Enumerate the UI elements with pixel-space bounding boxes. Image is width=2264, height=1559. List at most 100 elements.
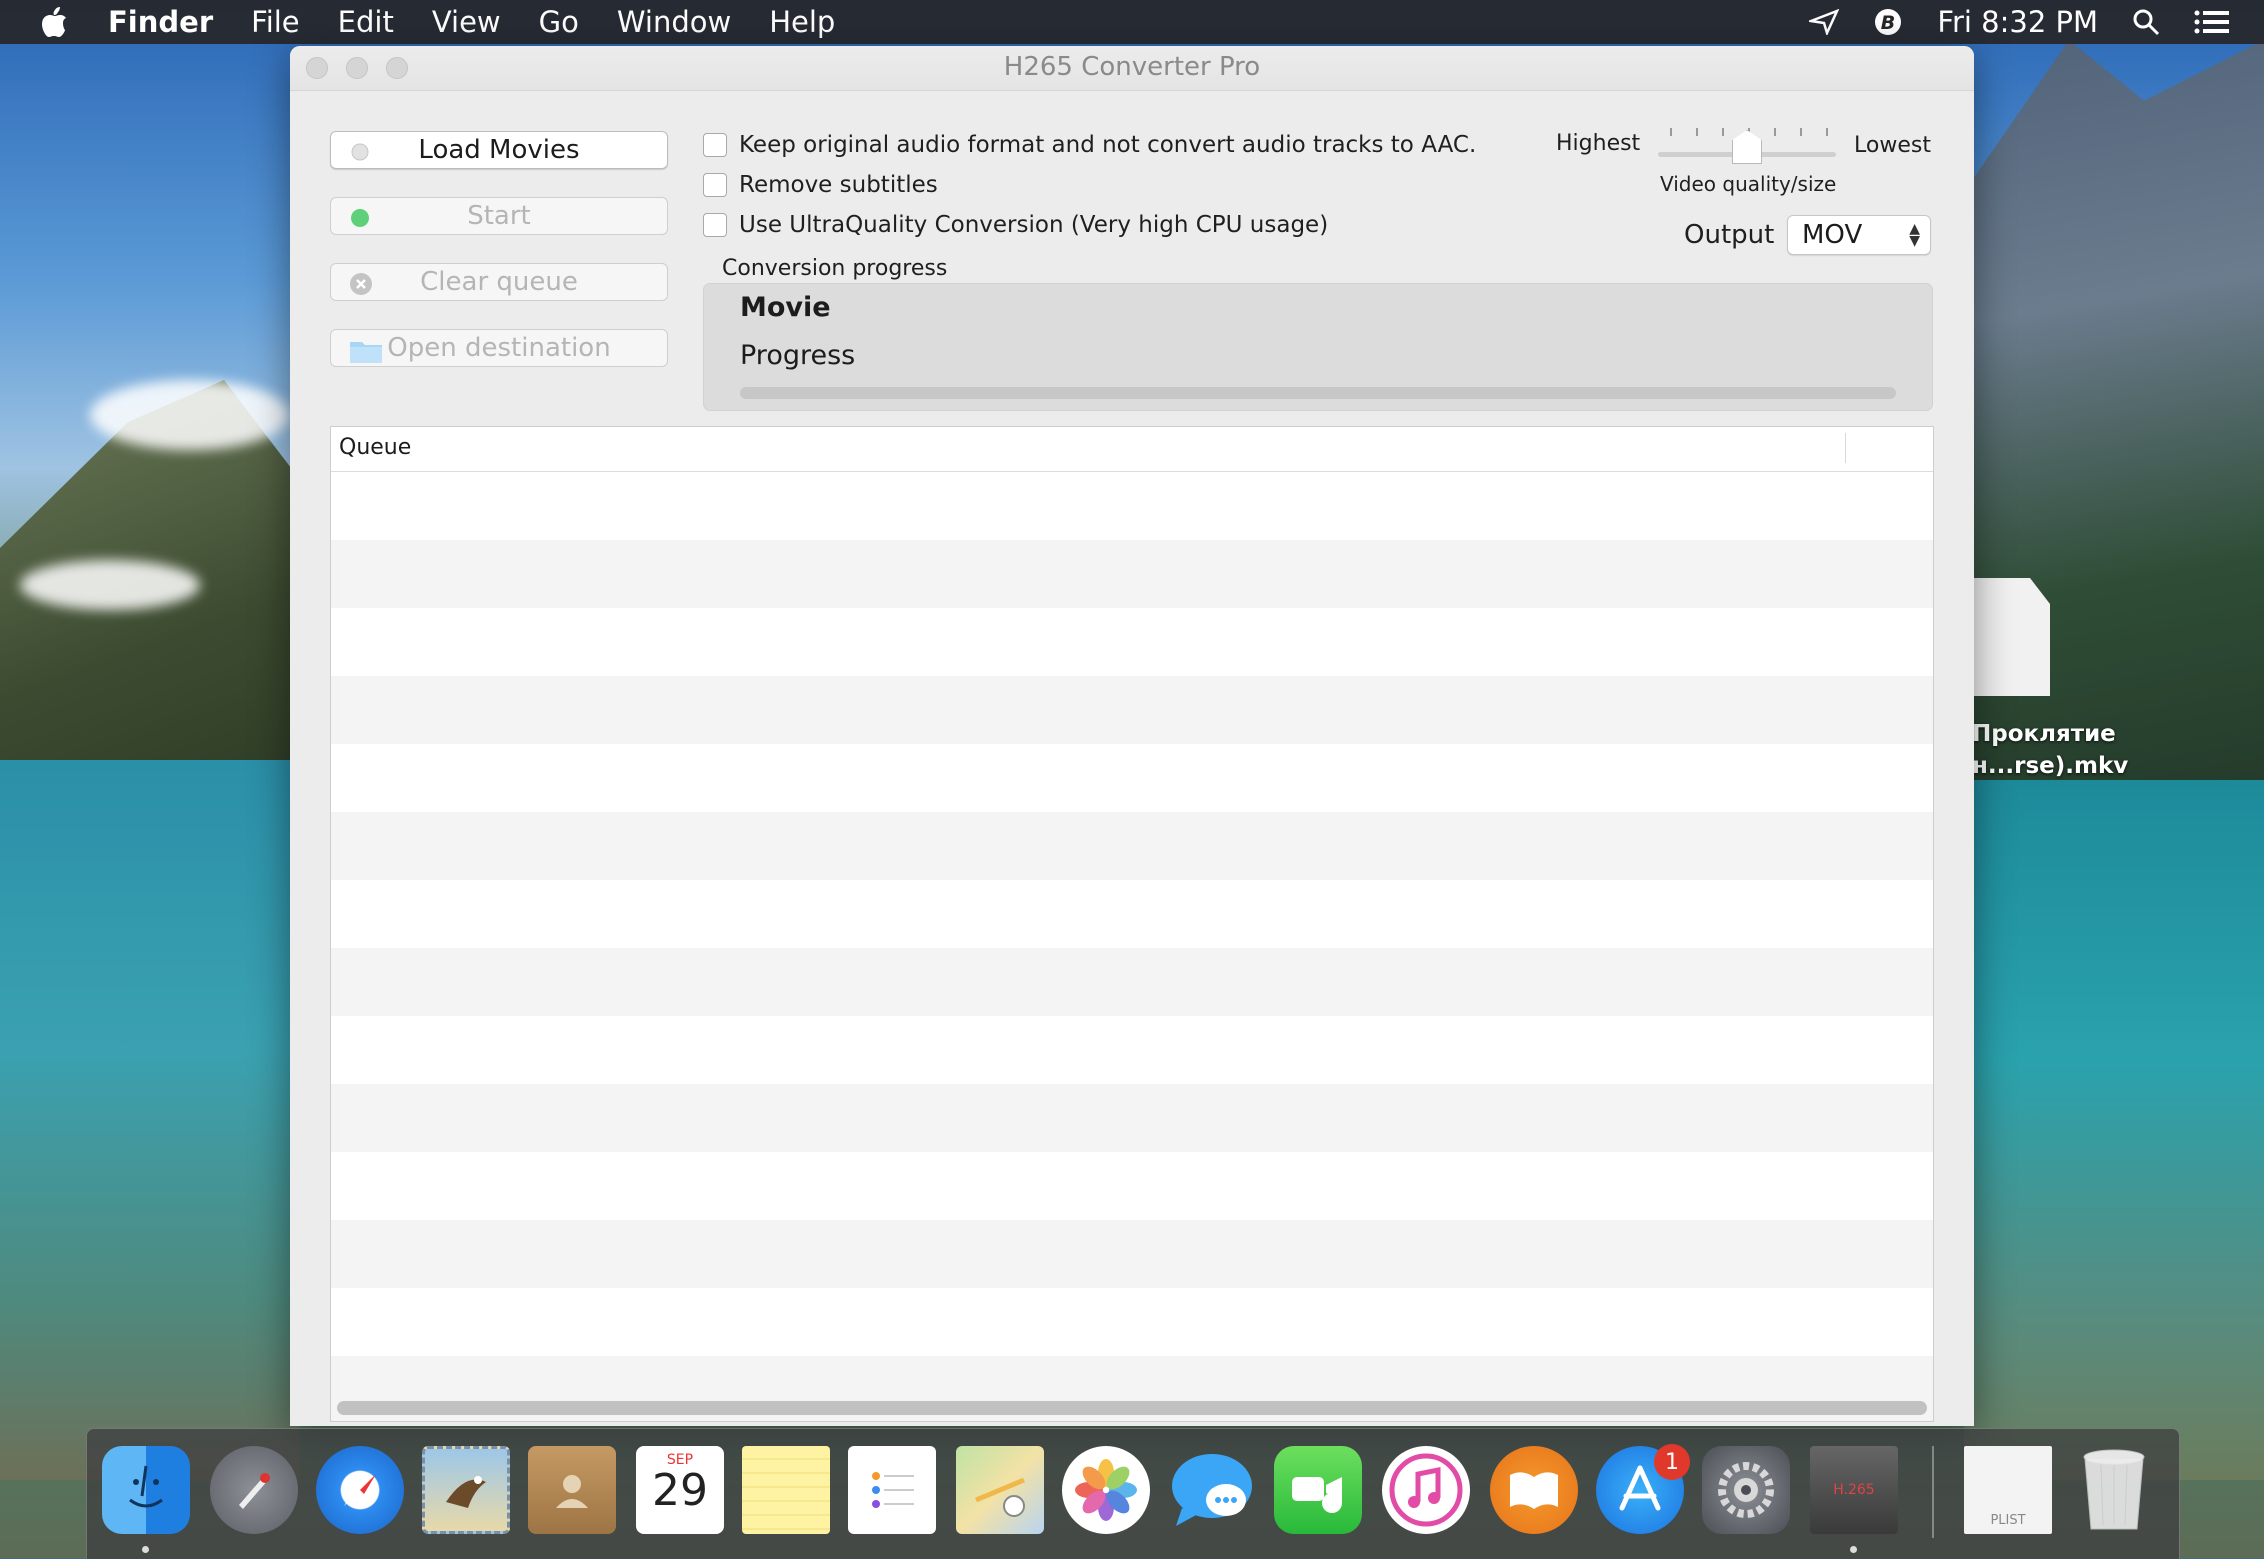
quality-lowest-label: Lowest [1854, 133, 1931, 158]
h265-converter-icon[interactable]: H.265 [1810, 1446, 1898, 1534]
progress-movie-label: Movie [740, 292, 831, 323]
launchpad-icon[interactable] [210, 1446, 298, 1534]
remove-subtitles-checkbox[interactable]: Remove subtitles [703, 172, 938, 198]
output-format-select[interactable]: MOV ▲ ▼ [1787, 215, 1931, 255]
queue-table-header: Queue [331, 427, 1933, 472]
column-divider [1845, 433, 1846, 463]
queue-row[interactable] [331, 880, 1933, 948]
menu-clock[interactable]: Fri 8:32 PM [1937, 5, 2098, 39]
start-button[interactable]: Start [330, 197, 668, 235]
menu-file[interactable]: File [251, 5, 300, 39]
output-format-value: MOV [1802, 220, 1863, 250]
wallpaper-lake-right [1964, 780, 2264, 1480]
keep-audio-checkbox[interactable]: Keep original audio format and not conve… [703, 132, 1476, 158]
slider-tick [1800, 128, 1802, 136]
queue-row[interactable] [331, 676, 1933, 744]
desktop-file-label[interactable]: Проклятие н...rse).mkv [1972, 718, 2128, 782]
notification-center-icon[interactable] [2194, 9, 2230, 35]
ibooks-icon[interactable] [1490, 1446, 1578, 1534]
menu-bar: Finder File Edit View Go Window Help B F… [0, 0, 2264, 44]
photos-icon[interactable] [1062, 1446, 1150, 1534]
open-destination-label: Open destination [387, 333, 611, 363]
conversion-progress-title: Conversion progress [722, 256, 948, 281]
queue-row[interactable] [331, 744, 1933, 812]
calendar-day: 29 [652, 1465, 708, 1516]
queue-column-header[interactable]: Queue [339, 435, 411, 460]
spotlight-search-icon[interactable] [2132, 8, 2160, 36]
calendar-icon[interactable]: SEP 29 [636, 1446, 724, 1534]
bartender-icon[interactable]: B [1873, 7, 1903, 37]
slider-tick [1826, 128, 1828, 136]
h265-dock-label: H.265 [1833, 1482, 1875, 1498]
conversion-progress-bar [740, 387, 1896, 399]
ultraquality-checkbox[interactable]: Use UltraQuality Conversion (Very high C… [703, 212, 1328, 238]
window-titlebar[interactable]: H265 Converter Pro [290, 46, 1974, 91]
queue-row[interactable] [331, 540, 1933, 608]
contacts-icon[interactable] [528, 1446, 616, 1534]
location-arrow-icon[interactable] [1809, 9, 1840, 35]
running-indicator [142, 1546, 149, 1553]
reminders-icon[interactable] [848, 1446, 936, 1534]
wallpaper-lake-left [0, 760, 300, 1480]
clear-queue-button[interactable]: Clear queue [330, 263, 668, 301]
horizontal-scrollbar[interactable] [337, 1401, 1927, 1415]
itunes-icon[interactable] [1382, 1446, 1470, 1534]
menu-help[interactable]: Help [769, 5, 835, 39]
wallpaper-cloud [20, 560, 200, 610]
desktop-file-icon[interactable] [1970, 578, 2050, 696]
queue-row[interactable] [331, 1152, 1933, 1220]
finder-icon[interactable] [102, 1446, 190, 1534]
facetime-icon[interactable] [1274, 1446, 1362, 1534]
menu-view[interactable]: View [432, 5, 501, 39]
messages-icon[interactable] [1168, 1446, 1256, 1534]
progress-status-label: Progress [740, 340, 856, 371]
queue-table[interactable]: Queue [330, 426, 1934, 1422]
queue-row[interactable] [331, 1220, 1933, 1288]
queue-row[interactable] [331, 1016, 1933, 1084]
wallpaper-cloud [90, 380, 290, 450]
plist-label: PLIST [1990, 1513, 2026, 1528]
load-status-dot-icon [349, 140, 371, 170]
slider-tick [1670, 128, 1672, 136]
mail-icon[interactable] [422, 1446, 510, 1534]
menu-app-name[interactable]: Finder [108, 5, 213, 39]
trash-icon[interactable] [2070, 1446, 2158, 1534]
quality-caption: Video quality/size [1660, 172, 1837, 196]
system-preferences-icon[interactable] [1702, 1446, 1790, 1534]
slider-tick [1774, 128, 1776, 136]
folder-icon [349, 338, 383, 371]
queue-row[interactable] [331, 1084, 1933, 1152]
open-destination-button[interactable]: Open destination [330, 329, 668, 367]
output-label: Output [1684, 220, 1775, 250]
quality-slider-thumb[interactable] [1732, 130, 1762, 164]
safari-icon[interactable] [316, 1446, 404, 1534]
remove-subtitles-label: Remove subtitles [739, 172, 938, 198]
queue-row[interactable] [331, 812, 1933, 880]
desktop-file-label-line2: н...rse).mkv [1972, 753, 2129, 779]
menu-window[interactable]: Window [617, 5, 731, 39]
menu-go[interactable]: Go [539, 5, 579, 39]
menu-edit[interactable]: Edit [338, 5, 394, 39]
plist-document-icon[interactable]: PLIST [1964, 1446, 2052, 1534]
apple-menu-icon[interactable] [40, 5, 74, 39]
load-movies-button[interactable]: Load Movies [330, 131, 668, 169]
notes-icon[interactable] [742, 1446, 830, 1534]
queue-row[interactable] [331, 1288, 1933, 1356]
clear-queue-label: Clear queue [420, 267, 578, 297]
remove-subtitles-checkbox-box[interactable] [703, 173, 727, 197]
queue-row[interactable] [331, 608, 1933, 676]
queue-row[interactable] [331, 948, 1933, 1016]
ultraquality-checkbox-box[interactable] [703, 213, 727, 237]
slider-tick [1722, 128, 1724, 136]
select-chevron-icon: ▲ ▼ [1909, 221, 1920, 249]
start-label: Start [467, 201, 531, 231]
window-title: H265 Converter Pro [1003, 52, 1261, 82]
keep-audio-checkbox-box[interactable] [703, 133, 727, 157]
queue-row[interactable] [331, 472, 1933, 540]
start-status-dot-icon [349, 206, 371, 236]
quality-highest-label: Highest [1556, 131, 1641, 156]
clear-x-icon [349, 272, 373, 303]
maps-icon[interactable] [956, 1446, 1044, 1534]
ultraquality-label: Use UltraQuality Conversion (Very high C… [739, 212, 1329, 238]
keep-audio-label: Keep original audio format and not conve… [739, 132, 1477, 158]
